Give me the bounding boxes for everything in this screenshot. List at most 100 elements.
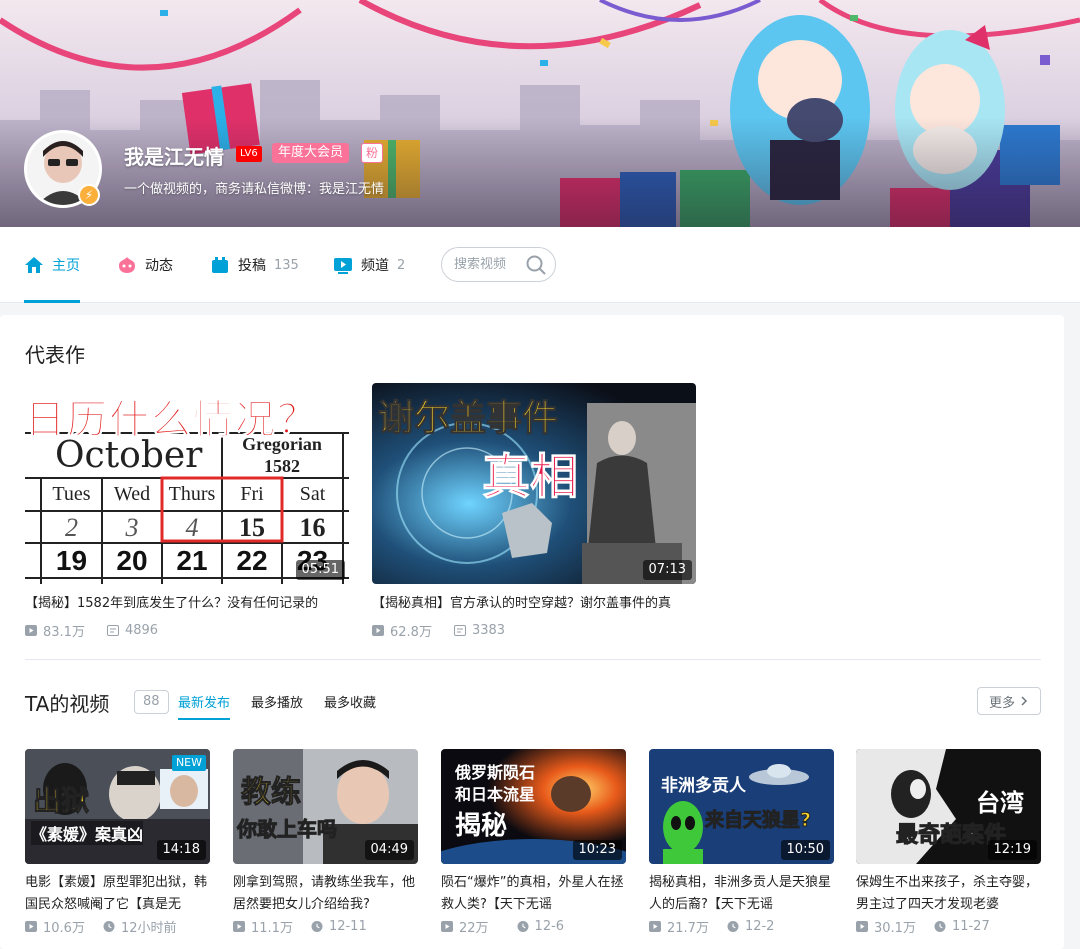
view-count-value: 30.1万	[874, 921, 916, 936]
clock-icon	[103, 921, 115, 932]
thumbnail-overlay-text: 和日本流星	[455, 785, 536, 804]
video-title[interactable]: 【揭秘】1582年到底发生了什么？没有任何记录的	[25, 594, 349, 614]
more-button-label: 更多	[988, 695, 1015, 711]
video-title[interactable]: 刚拿到驾照，请教练坐我车，他居然要把女儿介绍给我?	[233, 872, 418, 916]
tab-most-favorited[interactable]: 最多收藏	[324, 692, 376, 711]
banner-shade	[0, 117, 1080, 227]
calendar-date-row: 2 3 4 15 16	[25, 513, 349, 543]
view-count-value: 10.6万	[43, 921, 85, 936]
video-card[interactable]: 俄罗斯陨石 和日本流星 揭秘 10:23 陨石“爆炸”的真相，外星人在拯救人类?…	[441, 749, 626, 936]
representative-video-card[interactable]: 谢尔盖事件 真相 07:13 【揭秘真相】官方承认的时空穿越？谢尔盖事件的真 6…	[372, 383, 696, 640]
play-count-icon	[25, 625, 37, 636]
search-input[interactable]	[454, 257, 526, 272]
view-count: 62.8万	[372, 621, 432, 640]
calendar-day-row: Tues Wed Thurs Fri Sat	[25, 483, 349, 506]
tab-channel-count: 2	[397, 257, 406, 273]
thumbnail-overlay-text: 你敢上车吗	[237, 817, 338, 842]
representative-title: 代表作	[25, 343, 85, 367]
view-count-value: 11.1万	[251, 921, 293, 936]
video-title[interactable]: 陨石“爆炸”的真相，外星人在拯救人类?【天下无谣	[441, 872, 626, 916]
calendar-day: Wed	[113, 483, 151, 505]
fan-badge[interactable]: 粉	[361, 143, 384, 163]
tab-home[interactable]: 主页	[24, 227, 80, 303]
video-duration: 12:19	[987, 840, 1037, 860]
video-thumbnail[interactable]: 日历什么情况？ October Gregorian 1582 Tues Wed …	[25, 383, 349, 584]
video-card[interactable]: NEW 出狱 《素媛》案真凶 14:18 电影【素媛】原型罪犯出狱，韩国民众怒喊…	[25, 749, 210, 936]
view-count-value: 83.1万	[43, 625, 85, 640]
video-meta: 11.1万 12-11	[233, 917, 418, 936]
videos-section-title: TA的视频	[25, 692, 110, 716]
representative-video-card[interactable]: 日历什么情况？ October Gregorian 1582 Tues Wed …	[25, 383, 349, 640]
tab-latest[interactable]: 最新发布	[178, 692, 231, 720]
video-meta: 21.7万 12-2	[649, 917, 834, 936]
home-icon	[25, 257, 43, 273]
video-thumbnail[interactable]: 非洲多贡人 来自天狼星? 10:50	[649, 749, 834, 864]
publish-time: 12小时前	[103, 917, 177, 936]
thumbnail-overlay-text: 台湾	[976, 789, 1024, 817]
video-title[interactable]: 保姆生不出来孩子，杀主夺婴，男主过了四天才发现老婆	[856, 872, 1041, 916]
tab-upload-label: 投稿	[238, 258, 266, 274]
thumbnail-overlay-text: 来自天狼星?	[704, 809, 812, 832]
video-card[interactable]: 台湾 最奇葩案件 12:19 保姆生不出来孩子，杀主夺婴，男主过了四天才发现老婆…	[856, 749, 1041, 936]
danmaku-count-value: 3383	[471, 623, 506, 638]
danmaku-count: 3383	[453, 623, 506, 638]
view-count: 11.1万	[233, 917, 293, 936]
clock-icon	[727, 921, 739, 932]
video-card[interactable]: 非洲多贡人 来自天狼星? 10:50 揭秘真相，非洲多贡人是天狼星人的后裔?【天…	[649, 749, 834, 936]
thumbnail-overlay-text: 《素媛》案真凶	[31, 821, 144, 845]
view-count: 21.7万	[649, 917, 709, 936]
vip-badge[interactable]: 年度大会员	[272, 143, 350, 163]
upload-icon	[212, 257, 228, 273]
video-thumbnail[interactable]: NEW 出狱 《素媛》案真凶 14:18	[25, 749, 210, 864]
publish-time-value: 12-2	[744, 919, 775, 934]
calendar-month: October	[55, 435, 203, 476]
video-meta: 22万 12-6	[441, 917, 626, 936]
video-card[interactable]: 教练 你敢上车吗 04:49 刚拿到驾照，请教练坐我车，他居然要把女儿介绍给我?…	[233, 749, 418, 936]
publish-time-value: 12-11	[328, 919, 367, 934]
video-title[interactable]: 电影【素媛】原型罪犯出狱，韩国民众怒喊阉了它【真是无	[25, 872, 210, 916]
tab-home-label: 主页	[52, 258, 80, 274]
video-duration: 07:13	[642, 560, 692, 580]
publish-time: 12-11	[311, 919, 367, 934]
new-badge: NEW	[171, 755, 206, 771]
video-duration: 05:51	[295, 560, 345, 580]
thumbnail-overlay-text: 教练	[241, 775, 302, 811]
clock-icon	[517, 921, 529, 932]
calendar-date: 3	[125, 513, 139, 542]
tab-dynamic-label: 动态	[145, 258, 173, 274]
video-search[interactable]	[441, 247, 556, 282]
play-count-icon	[441, 921, 453, 932]
publish-time: 11-27	[934, 919, 990, 934]
view-count: 83.1万	[25, 621, 85, 640]
tab-dynamic[interactable]: 动态	[117, 227, 173, 303]
channel-icon	[334, 258, 352, 274]
calendar-header: Gregorian 1582	[242, 434, 322, 476]
play-count-icon	[856, 921, 868, 932]
video-thumbnail[interactable]: 谢尔盖事件 真相 07:13	[372, 383, 696, 584]
profile-sign: 一个做视频的，商务请私信微博：我是江无情	[124, 182, 385, 197]
calendar-day: Tues	[52, 483, 91, 505]
video-meta: 83.1万 4896	[25, 621, 349, 640]
more-button[interactable]: 更多	[977, 687, 1041, 715]
tab-most-played[interactable]: 最多播放	[251, 692, 303, 711]
thumbnail-overlay-text: 俄罗斯陨石	[455, 763, 536, 782]
video-thumbnail[interactable]: 俄罗斯陨石 和日本流星 揭秘 10:23	[441, 749, 626, 864]
view-count: 30.1万	[856, 917, 916, 936]
thumbnail-overlay-text: 真相	[481, 449, 579, 506]
view-count-value: 22万	[459, 921, 489, 936]
level-badge: LV6	[236, 146, 262, 162]
video-title[interactable]: 【揭秘真相】官方承认的时空穿越？谢尔盖事件的真	[372, 594, 696, 614]
tab-upload[interactable]: 投稿 135	[210, 227, 299, 303]
video-thumbnail[interactable]: 台湾 最奇葩案件 12:19	[856, 749, 1041, 864]
publish-time: 12-2	[727, 919, 775, 934]
tab-upload-count: 135	[274, 257, 299, 273]
search-icon[interactable]	[525, 254, 547, 276]
calendar-date: 16	[299, 513, 326, 542]
view-count-value: 62.8万	[390, 625, 432, 640]
tab-channel[interactable]: 频道 2	[333, 227, 405, 303]
view-count: 10.6万	[25, 917, 85, 936]
danmaku-count: 4896	[106, 623, 158, 638]
video-meta: 62.8万 3383	[372, 621, 696, 640]
video-thumbnail[interactable]: 教练 你敢上车吗 04:49	[233, 749, 418, 864]
video-title[interactable]: 揭秘真相，非洲多贡人是天狼星人的后裔?【天下无谣	[649, 872, 834, 916]
